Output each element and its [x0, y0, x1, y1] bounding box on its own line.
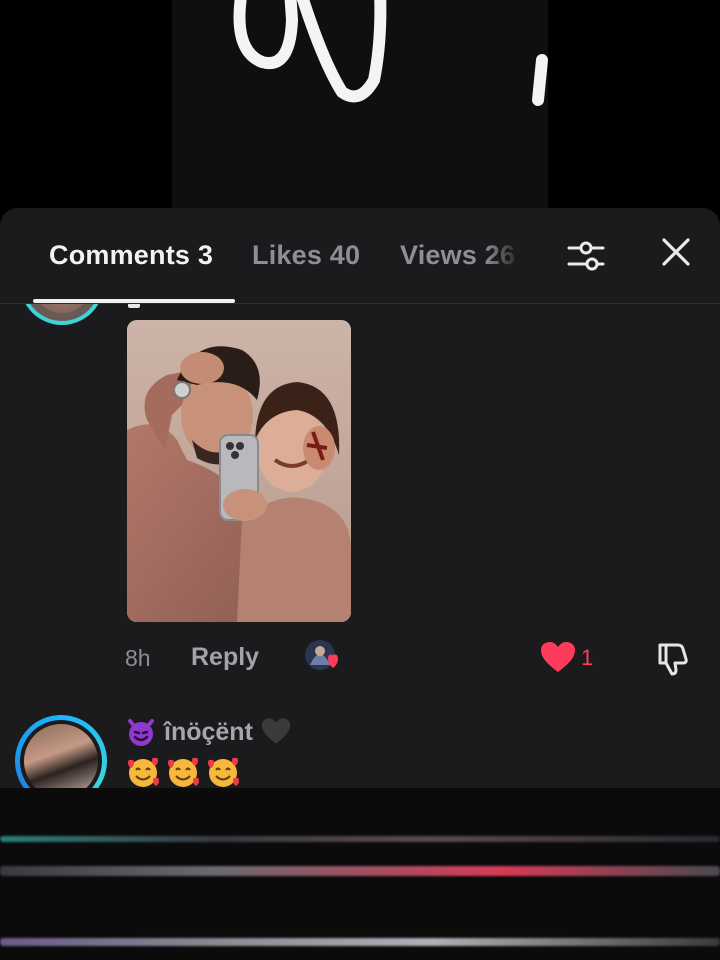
video-frame[interactable] — [172, 0, 548, 215]
comments-list: 8h Reply 1 înöçënt — [0, 303, 720, 788]
thumbs-down-icon[interactable] — [654, 639, 692, 677]
tab-views[interactable]: Views 26 — [400, 240, 522, 271]
creator-liked-avatar — [304, 639, 344, 673]
reply-button[interactable]: Reply — [191, 643, 259, 672]
close-icon[interactable] — [658, 234, 694, 270]
tab-bar: Comments 3 Likes 40 Views 26 — [0, 208, 720, 304]
bottom-blurred-area — [0, 788, 720, 960]
smiling-face-with-hearts-icon — [166, 755, 200, 788]
comment-photo[interactable] — [127, 320, 351, 622]
active-tab-indicator — [33, 299, 235, 303]
smiling-devil-icon — [126, 717, 156, 747]
like-count: 1 — [581, 645, 594, 670]
black-heart-icon — [261, 717, 291, 747]
tab-comments[interactable]: Comments 3 — [49, 240, 213, 271]
sliders-icon[interactable] — [566, 236, 606, 276]
heart-icon[interactable] — [540, 641, 576, 673]
comment-timestamp: 8h — [125, 645, 151, 671]
smiling-face-with-hearts-icon — [206, 755, 240, 788]
comment-author[interactable]: înöçënt — [126, 717, 291, 747]
tab-likes[interactable]: Likes 40 — [252, 240, 360, 271]
comment-username: înöçënt — [164, 717, 253, 746]
comments-sheet: Comments 3 Likes 40 Views 26 8h Reply 1 … — [0, 208, 720, 788]
comment-body — [126, 755, 240, 788]
avatar[interactable] — [20, 303, 104, 325]
avatar[interactable] — [15, 715, 107, 788]
smiling-face-with-hearts-icon — [126, 755, 160, 788]
